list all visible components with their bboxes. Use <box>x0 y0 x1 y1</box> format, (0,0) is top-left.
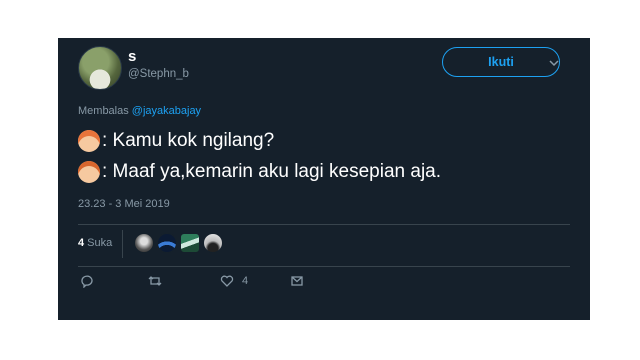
user-handle[interactable]: @Stephn_b <box>128 68 189 80</box>
reply-button[interactable] <box>80 274 94 288</box>
chevron-down-icon[interactable] <box>548 56 560 68</box>
replying-to: Membalas @jayakabajay <box>78 105 201 117</box>
tweet-line-text: : Kamu kok ngilang? <box>102 130 275 151</box>
envelope-icon <box>291 276 303 286</box>
divider <box>122 230 123 258</box>
woman-red-hair-emoji <box>76 129 102 152</box>
follow-button[interactable]: Ikuti <box>442 47 560 77</box>
man-red-hair-emoji <box>78 161 100 183</box>
retweet-button[interactable] <box>148 274 162 288</box>
replying-to-label: Membalas <box>78 105 132 117</box>
tweet-actions: 4 <box>78 274 378 294</box>
tweet-card: s @Stephn_b Ikuti Membalas @jayakabajay … <box>58 38 590 320</box>
liker-avatar[interactable] <box>157 233 177 253</box>
like-button[interactable]: 4 <box>220 274 248 288</box>
liker-avatar[interactable] <box>134 233 154 253</box>
reply-mention-link[interactable]: @jayakabajay <box>132 105 201 117</box>
tweet-line: : Kamu kok ngilang? <box>76 129 275 152</box>
user-avatar[interactable] <box>78 46 122 90</box>
likes-count[interactable]: 4 Suka <box>78 237 112 249</box>
divider <box>78 266 570 267</box>
liker-avatar[interactable] <box>203 233 223 253</box>
tweet-timestamp[interactable]: 23.23 - 3 Mei 2019 <box>78 198 170 210</box>
direct-message-button[interactable] <box>290 274 304 288</box>
display-name[interactable]: s <box>128 48 136 65</box>
tweet-line: : Maaf ya,kemarin aku lagi kesepian aja. <box>78 161 441 183</box>
tweet-line-text: : Maaf ya,kemarin aku lagi kesepian aja. <box>102 161 442 182</box>
retweet-icon <box>148 276 162 286</box>
divider <box>78 224 570 225</box>
liker-avatar[interactable] <box>180 233 200 253</box>
reply-icon <box>81 275 93 288</box>
like-count: 4 <box>242 275 249 287</box>
likes-label: Suka <box>84 237 113 249</box>
heart-icon <box>220 275 234 287</box>
